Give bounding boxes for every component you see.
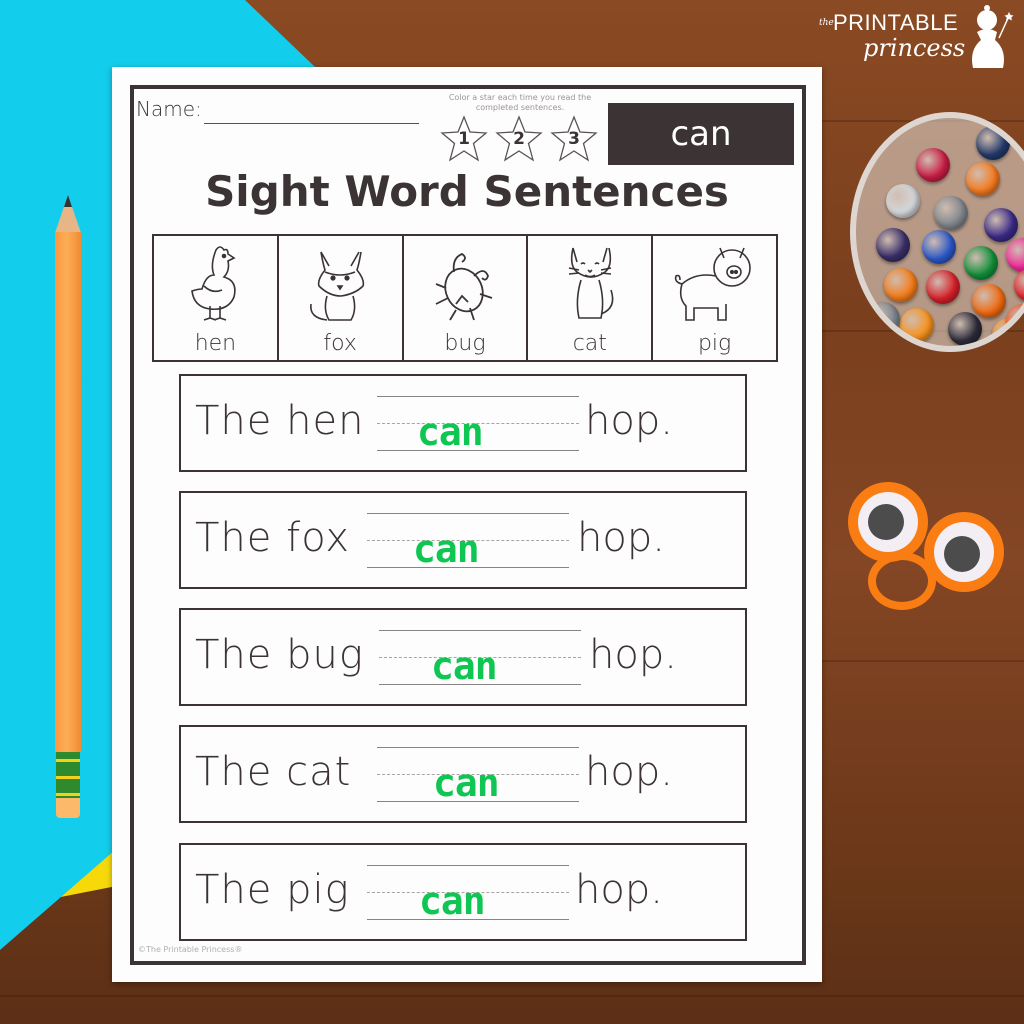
handwritten-answer: can	[413, 527, 480, 571]
star-2[interactable]: 2	[495, 115, 543, 163]
worksheet-title: Sight Word Sentences	[205, 167, 729, 216]
sentence-row: The fox can hop.	[179, 491, 747, 589]
top-rule	[367, 513, 569, 514]
princess-silhouette-icon	[972, 5, 1014, 68]
picture-card-fox: fox	[279, 236, 404, 360]
logo-script-text: princess	[863, 34, 966, 62]
googly-eye-right	[924, 512, 1004, 592]
star-instructions: Color a star each time you read the comp…	[448, 93, 592, 112]
pencil	[55, 195, 81, 825]
sentence-start: The hen	[195, 398, 365, 444]
picture-word: bug	[444, 331, 486, 356]
crayon-tip	[886, 184, 920, 218]
wood-grain	[0, 995, 1024, 997]
crayon-tip	[934, 196, 968, 230]
crayon-tip	[966, 162, 1000, 196]
answer-blank[interactable]: can	[377, 747, 579, 805]
crayon-tip	[1014, 268, 1024, 302]
bug-icon	[435, 252, 493, 321]
answer-blank[interactable]: can	[379, 630, 581, 688]
crayon-tip	[972, 284, 1006, 318]
picture-card-cat: cat	[528, 236, 654, 360]
sentence-row: The hen can hop.	[179, 374, 747, 472]
picture-word: fox	[323, 331, 357, 356]
reading-stars: 1 2 3	[440, 115, 598, 163]
eye-pupil	[944, 536, 980, 572]
answer-blank[interactable]: can	[377, 396, 579, 454]
pencil-eraser	[56, 798, 80, 818]
crayon-tip	[866, 302, 900, 336]
star-1[interactable]: 1	[440, 115, 488, 163]
logo-prefix: the	[819, 18, 834, 28]
fox-icon	[310, 251, 365, 321]
worksheet-page: Name: Color a star each time you read th…	[112, 67, 822, 982]
crayon-tip	[926, 270, 960, 304]
answer-blank[interactable]: can	[367, 513, 569, 571]
star-number: 3	[568, 129, 580, 149]
top-rule	[377, 396, 579, 397]
answer-blank[interactable]: can	[367, 865, 569, 923]
sentence-row: The pig can hop.	[179, 843, 747, 941]
crayon-tip	[900, 308, 934, 342]
handwritten-answer: can	[419, 879, 486, 923]
crayon-tip	[976, 126, 1010, 160]
sentence-start: The pig	[195, 867, 350, 913]
crayon-tip	[1006, 238, 1024, 272]
sentence-end: hop.	[585, 398, 673, 444]
pencil-lead	[64, 195, 72, 207]
sentence-start: The fox	[195, 515, 351, 561]
handwritten-answer: can	[431, 644, 498, 688]
name-field[interactable]	[204, 123, 419, 124]
name-label: Name:	[136, 97, 202, 121]
star-number: 1	[458, 129, 470, 149]
star-number: 2	[513, 129, 525, 149]
googly-eye-left	[848, 482, 928, 562]
sight-word-banner: can	[608, 103, 794, 165]
hen-icon	[191, 246, 237, 321]
handwritten-answer: can	[433, 761, 500, 805]
sentence-row: The bug can hop.	[179, 608, 747, 706]
crayon-jar	[850, 112, 1024, 352]
top-rule	[379, 630, 581, 631]
sentence-row: The cat can hop.	[179, 725, 747, 823]
picture-card-bug: bug	[404, 236, 529, 360]
crayon-tip	[916, 148, 950, 182]
picture-word: cat	[572, 331, 607, 356]
top-rule	[377, 747, 579, 748]
sentence-end: hop.	[589, 632, 677, 678]
pencil-body	[55, 232, 81, 752]
top-rule	[367, 865, 569, 866]
picture-word: pig	[697, 331, 732, 356]
crayon-tip	[948, 312, 982, 346]
crayon-tip	[884, 268, 918, 302]
picture-word-bank: hen fox bug cat pig	[152, 234, 778, 362]
pig-icon	[674, 247, 751, 321]
eye-pupil	[868, 504, 904, 540]
picture-card-pig: pig	[653, 236, 776, 360]
sentence-end: hop.	[577, 515, 665, 561]
crayon-tip	[922, 230, 956, 264]
picture-word: hen	[194, 331, 237, 356]
copyright-notice: ©The Printable Princess®	[138, 945, 243, 954]
star-3[interactable]: 3	[550, 115, 598, 163]
pencil-ferrule	[56, 752, 80, 798]
crayon-tip	[876, 228, 910, 262]
logo-main-text: PRINTABLE	[833, 10, 959, 35]
handwritten-answer: can	[417, 410, 484, 454]
sentence-end: hop.	[585, 749, 673, 795]
googly-eye-ring	[848, 482, 1008, 614]
sentence-start: The cat	[195, 749, 352, 795]
crayon-tip	[984, 208, 1018, 242]
picture-card-hen: hen	[154, 236, 279, 360]
sentence-start: The bug	[195, 632, 364, 678]
crayon-tip	[964, 246, 998, 280]
sentence-end: hop.	[575, 867, 663, 913]
printable-princess-logo: the PRINTABLE princess	[815, 2, 1020, 78]
cat-icon	[568, 247, 614, 319]
